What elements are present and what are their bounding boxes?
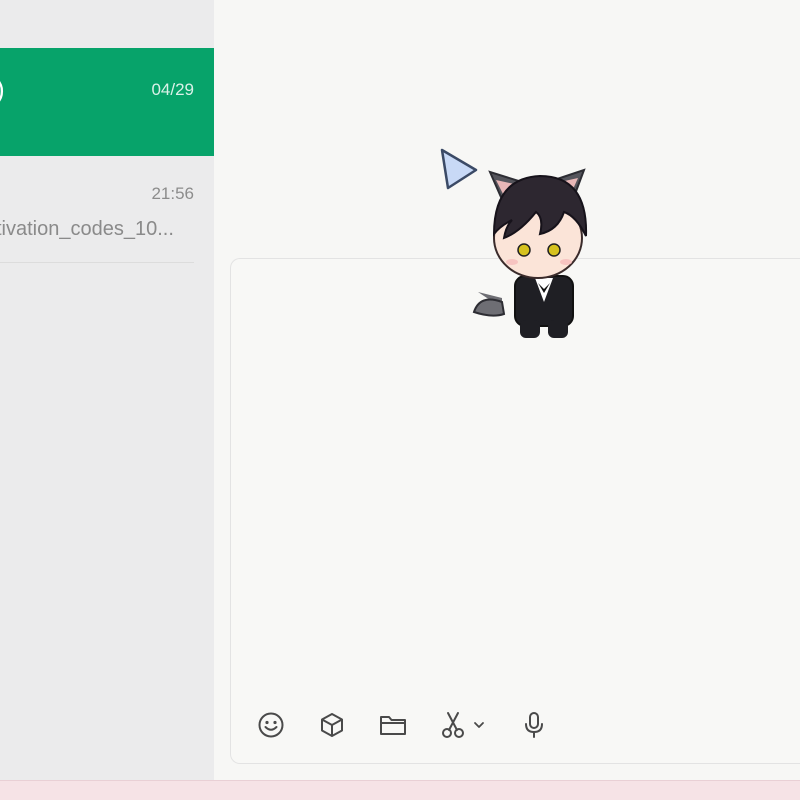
chevron-down-icon[interactable]	[473, 720, 485, 730]
emoji-icon	[258, 712, 284, 738]
folder-icon	[380, 716, 406, 735]
scissors-icon	[442, 712, 464, 738]
microphone-icon	[525, 712, 543, 738]
emoji-button[interactable]	[251, 705, 291, 745]
sticker-button[interactable]	[312, 705, 352, 745]
chat-list-item[interactable]: 21:56 tivation_codes_10...	[0, 166, 214, 274]
chat-list-sidebar: ) 04/29 21:56 tivation_codes_10...	[0, 0, 214, 780]
voice-button[interactable]	[514, 705, 554, 745]
chat-app: ) 04/29 21:56 tivation_codes_10...	[0, 0, 800, 800]
divider	[0, 262, 194, 263]
screenshot-button[interactable]	[434, 705, 490, 745]
composer-toolbar	[251, 705, 575, 745]
chat-preview: tivation_codes_10...	[0, 218, 174, 240]
wolf-boy-mascot	[440, 148, 588, 338]
chat-time: 21:56	[151, 184, 194, 203]
chat-main-area	[214, 0, 800, 780]
file-button[interactable]	[373, 705, 413, 745]
chat-name: )	[0, 74, 5, 105]
chat-time: 04/29	[151, 80, 194, 99]
cube-icon	[321, 713, 343, 737]
bottom-strip	[0, 780, 800, 800]
chat-list-item-active[interactable]: ) 04/29	[0, 48, 214, 156]
